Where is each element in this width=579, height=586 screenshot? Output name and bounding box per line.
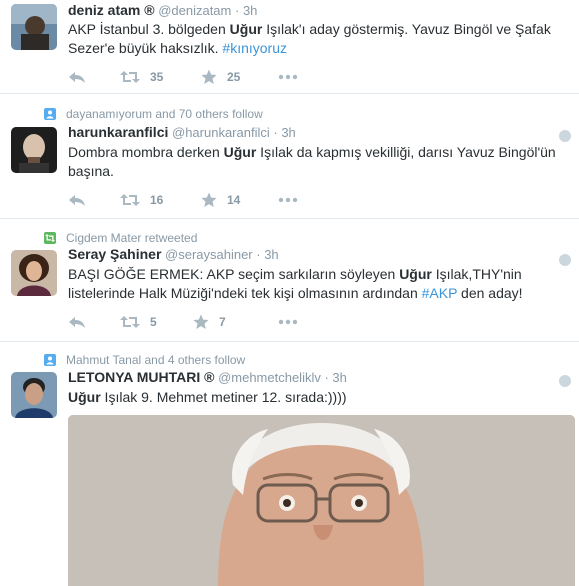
- timestamp[interactable]: · 3h: [235, 3, 257, 18]
- author-name[interactable]: deniz atam ®: [68, 2, 155, 18]
- person-icon: [44, 107, 56, 120]
- avatar[interactable]: [11, 127, 57, 173]
- tweet-text-segment: den aday!: [457, 285, 523, 301]
- reply-button[interactable]: [68, 190, 86, 208]
- retweet-count: 35: [150, 69, 164, 84]
- more-button[interactable]: [278, 190, 298, 208]
- author-name[interactable]: harunkaranfilci: [68, 124, 168, 140]
- tweet[interactable]: deniz atam ® @denizatam · 3h AKP İstanbu…: [0, 0, 579, 94]
- reply-button[interactable]: [68, 67, 86, 85]
- star-icon: [201, 192, 217, 207]
- more-icon: [278, 74, 298, 80]
- gear-icon[interactable]: [559, 130, 571, 142]
- favorite-button[interactable]: 25: [201, 67, 240, 85]
- highlighted-term: Uğur: [68, 389, 101, 405]
- tweet[interactable]: dayanamıyorum and 70 others follow harun…: [0, 94, 579, 219]
- more-icon: [278, 319, 298, 325]
- tweet[interactable]: Cigdem Mater retweeted Seray Şahiner @se…: [0, 219, 579, 342]
- social-context: Cigdem Mater retweeted: [44, 231, 197, 245]
- more-button[interactable]: [278, 67, 298, 85]
- tweet-text-segment: AKP İstanbul 3. bölgeden: [68, 21, 230, 37]
- social-context-text[interactable]: Cigdem Mater retweeted: [66, 231, 197, 245]
- timestamp[interactable]: · 3h: [324, 370, 346, 385]
- tweet-text: Uğur Işılak 9. Mehmet metiner 12. sırada…: [68, 388, 573, 407]
- tweet-text-segment: Dombra mombra derken: [68, 144, 224, 160]
- person-icon: [44, 353, 56, 366]
- star-icon: [193, 314, 209, 329]
- avatar[interactable]: [11, 372, 57, 418]
- retweet-icon: [120, 70, 140, 83]
- favorite-button[interactable]: 7: [193, 312, 226, 330]
- favorite-count: 25: [227, 69, 241, 84]
- gear-icon[interactable]: [559, 375, 571, 387]
- retweet-button[interactable]: 5: [120, 312, 157, 330]
- tweet-text-segment: BAŞI GÖĞE ERMEK: AKP seçim sarkıların sö…: [68, 266, 400, 282]
- reply-icon: [69, 316, 85, 328]
- more-icon: [278, 197, 298, 203]
- author-name[interactable]: Seray Şahiner: [68, 246, 161, 262]
- tweet-photo[interactable]: [68, 415, 575, 586]
- author-handle[interactable]: @mehmetcheliklv: [218, 370, 321, 385]
- tweet-text: Dombra mombra derken Uğur Işılak da kapm…: [68, 143, 573, 181]
- highlighted-term: Uğur: [229, 21, 263, 37]
- tweet-text-segment: Işılak 9. Mehmet metiner 12. sırada:)))): [100, 389, 347, 405]
- highlighted-term: Uğur: [399, 266, 432, 282]
- timestamp[interactable]: · 3h: [273, 125, 295, 140]
- reply-icon: [69, 194, 85, 206]
- social-context: Mahmut Tanal and 4 others follow: [44, 353, 245, 367]
- favorite-button[interactable]: 14: [201, 190, 240, 208]
- social-context: dayanamıyorum and 70 others follow: [44, 107, 263, 121]
- avatar[interactable]: [11, 250, 57, 296]
- author-handle[interactable]: @harunkaranfilci: [172, 125, 270, 140]
- author-name[interactable]: LETONYA MUHTARI ®: [68, 369, 214, 385]
- tweet-text: BAŞI GÖĞE ERMEK: AKP seçim sarkıların sö…: [68, 265, 573, 303]
- retweet-icon: [120, 193, 140, 206]
- timestamp[interactable]: · 3h: [256, 247, 278, 262]
- social-context-text[interactable]: Mahmut Tanal and 4 others follow: [66, 353, 245, 367]
- more-button[interactable]: [278, 312, 298, 330]
- retweet-icon: [44, 231, 56, 244]
- tweet-text: AKP İstanbul 3. bölgeden Uğur Işılak'ı a…: [68, 20, 573, 58]
- retweet-count: 16: [150, 192, 164, 207]
- reply-button[interactable]: [68, 312, 86, 330]
- retweet-icon: [120, 315, 140, 328]
- star-icon: [201, 69, 217, 84]
- reply-icon: [69, 71, 85, 83]
- author-handle[interactable]: @denizatam: [158, 3, 231, 18]
- avatar[interactable]: [11, 4, 57, 50]
- retweet-button[interactable]: 35: [120, 67, 163, 85]
- social-context-text[interactable]: dayanamıyorum and 70 others follow: [66, 107, 263, 121]
- hashtag-link[interactable]: #kınıyoruz: [222, 40, 287, 56]
- highlighted-term: Uğur: [223, 144, 257, 160]
- favorite-count: 7: [219, 314, 226, 329]
- retweet-button[interactable]: 16: [120, 190, 163, 208]
- hashtag-link[interactable]: #AKP: [422, 285, 458, 301]
- favorite-count: 14: [227, 192, 241, 207]
- retweet-count: 5: [150, 314, 157, 329]
- author-handle[interactable]: @seraysahiner: [165, 247, 253, 262]
